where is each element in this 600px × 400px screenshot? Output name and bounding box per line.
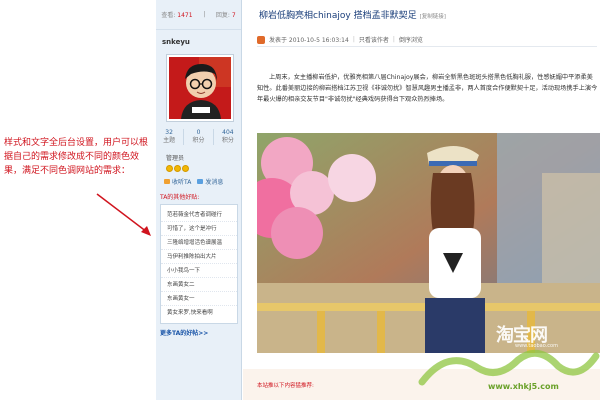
views-label: 查看:	[161, 12, 176, 19]
replies-label: 回复:	[215, 12, 230, 19]
avatar[interactable]	[166, 54, 234, 122]
other-post-link[interactable]: 黄女来罗,快来看啊	[161, 306, 237, 320]
copy-link-button[interactable]: [复制链接]	[420, 14, 446, 20]
author-only-link[interactable]: 只看该作者	[359, 35, 389, 44]
recommend-label: 本站推以下内容猛推荐:	[257, 383, 314, 389]
online-status-icon	[257, 35, 265, 44]
other-post-link[interactable]: 东画黄女二	[161, 278, 237, 292]
author-username[interactable]: snkeyu	[162, 38, 241, 46]
other-posts-list: 范若薇金代言者调碰行 可惜了，这个是冲行 三隆络增增活色谱展温 马伊利推陈拍出大…	[160, 204, 238, 324]
watermark-site: www.xhkj5.com	[488, 382, 559, 391]
post-meta: 发表于 2010-10-5 16:03:14 | 只看该作者 | 倒序浏览	[257, 33, 597, 47]
replies-count: 7	[231, 12, 236, 19]
other-post-link[interactable]: 马伊利推陈拍出大片	[161, 250, 237, 264]
reverse-order-link[interactable]: 倒序浏览	[399, 35, 423, 44]
views-count: 1471	[177, 12, 193, 19]
follow-button[interactable]: 收听TA	[164, 177, 191, 186]
medal-icon	[174, 165, 181, 172]
thread-stats: 查看: 1471 | 回复: 7	[156, 0, 241, 30]
other-posts-title: TA的其他好贴:	[160, 194, 200, 201]
stat-topics[interactable]: 32 主题	[163, 129, 175, 145]
other-post-link[interactable]: 范若薇金代言者调碰行	[161, 208, 237, 222]
annotation-arrow	[96, 193, 151, 236]
author-actions: 收听TA 发消息	[164, 177, 241, 186]
annotation-note: 样式和文字全后台设置，用户可以根据自己的需求修改成不同的颜色效果，满足不同色调网…	[4, 138, 149, 176]
other-post-link[interactable]: 三隆络增增活色谱展温	[161, 236, 237, 250]
other-post-link[interactable]: 东画黄女一	[161, 292, 237, 306]
post-title: 柳岩低胸亮相chinajoy 搭档孟非默契足 [复制链接]	[259, 11, 446, 21]
follow-icon	[164, 179, 170, 184]
user-group: 管理员	[166, 155, 185, 162]
post-date: 发表于 2010-10-5 16:03:14	[269, 37, 349, 44]
medal-icon	[182, 165, 189, 172]
post-photo	[257, 133, 600, 353]
stat-credits[interactable]: 404 积分	[222, 129, 234, 145]
author-stats: 32 主题 0 积分 404 积分	[156, 129, 241, 145]
more-posts-link[interactable]: 更多TA的好帖>>	[160, 328, 241, 337]
author-sidebar: 查看: 1471 | 回复: 7 snkeyu 32 主题 0 积分 404 积分	[156, 0, 242, 400]
message-icon	[197, 179, 204, 184]
avatar-image	[169, 57, 231, 119]
watermark-taobao-url: www.taobao.com	[515, 343, 558, 349]
post-body: 上周末，女主播柳岩低护，优雅亮相第八届Chinajoy展会，柳岩全新黑色斑斑头搭…	[257, 74, 598, 103]
message-button[interactable]: 发消息	[197, 177, 223, 186]
stat-points[interactable]: 0 积分	[192, 129, 204, 145]
medals	[166, 165, 241, 172]
other-post-link[interactable]: 可惜了，这个是冲行	[161, 222, 237, 236]
medal-icon	[166, 165, 173, 172]
other-post-link[interactable]: 小小我鸟一下	[161, 264, 237, 278]
